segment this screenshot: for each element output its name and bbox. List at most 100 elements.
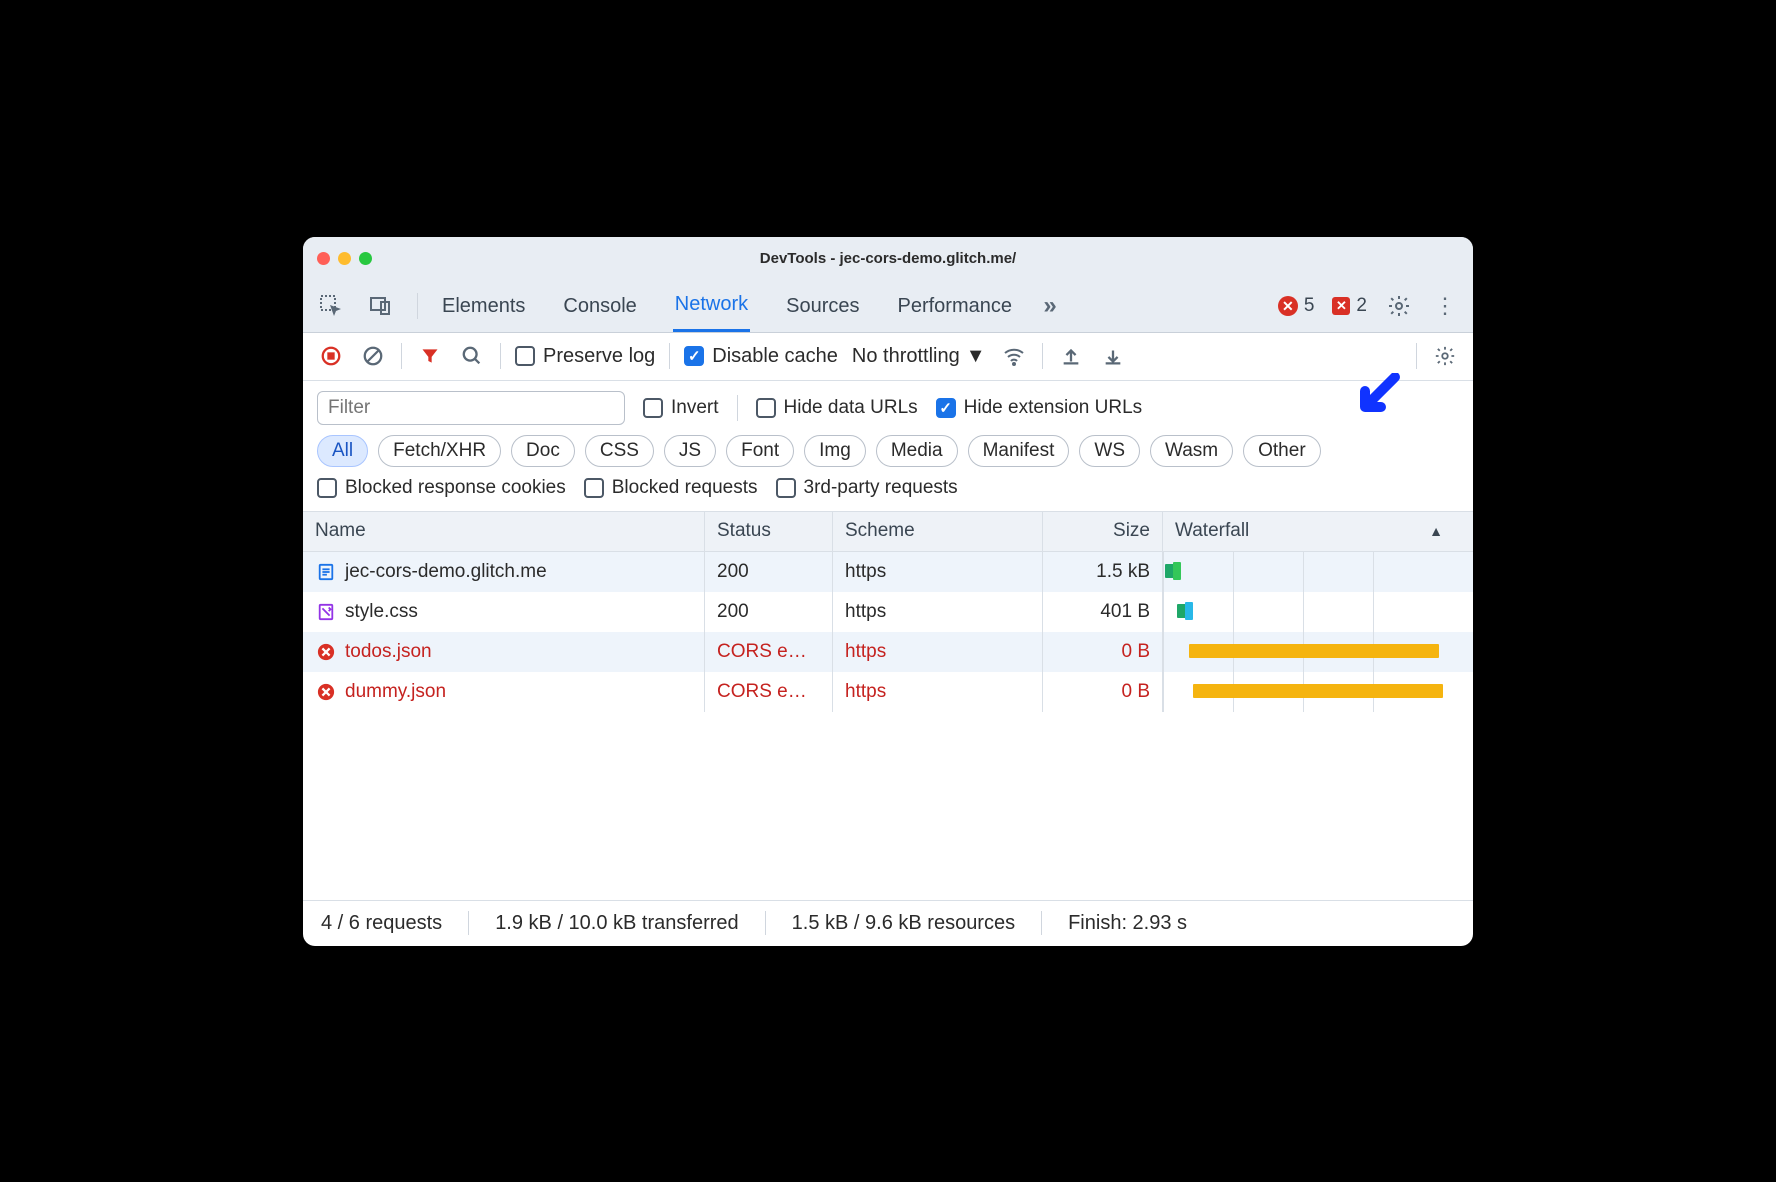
tab-sources[interactable]: Sources <box>784 281 861 332</box>
blocked-cookies-label: Blocked response cookies <box>345 477 566 499</box>
close-window-button[interactable] <box>317 252 330 265</box>
hide-data-label: Hide data URLs <box>784 397 918 419</box>
type-filter-ws[interactable]: WS <box>1079 435 1140 467</box>
cell-name: jec-cors-demo.glitch.me <box>345 561 547 583</box>
divider <box>737 395 738 421</box>
type-filter-media[interactable]: Media <box>876 435 958 467</box>
network-grid: Name Status Scheme Size Waterfall ▲ jec-… <box>303 512 1473 900</box>
cell-scheme: https <box>845 641 886 663</box>
blocked-requests-label: Blocked requests <box>612 477 758 499</box>
cell-size: 0 B <box>1121 641 1150 663</box>
chevron-down-icon: ▼ <box>966 345 986 368</box>
type-filter-font[interactable]: Font <box>726 435 794 467</box>
table-row[interactable]: todos.jsonCORS e…https0 B <box>303 632 1473 672</box>
cell-name: todos.json <box>345 641 432 663</box>
type-filter-other[interactable]: Other <box>1243 435 1321 467</box>
cell-name: style.css <box>345 601 418 623</box>
tab-network[interactable]: Network <box>673 281 750 332</box>
tab-elements[interactable]: Elements <box>440 281 527 332</box>
error-badge[interactable]: ✕ 5 <box>1278 295 1315 317</box>
network-toolbar: Preserve log Disable cache No throttling… <box>303 333 1473 381</box>
window-title: DevTools - jec-cors-demo.glitch.me/ <box>303 250 1473 267</box>
cell-waterfall <box>1163 552 1473 592</box>
blocked-cookies-checkbox[interactable]: Blocked response cookies <box>317 477 566 499</box>
cell-name: dummy.json <box>345 681 446 703</box>
cell-status: 200 <box>717 601 749 623</box>
settings-icon[interactable] <box>1385 292 1413 320</box>
table-row[interactable]: jec-cors-demo.glitch.me200https1.5 kB <box>303 552 1473 592</box>
type-filter-js[interactable]: JS <box>664 435 716 467</box>
warning-count: 2 <box>1356 295 1367 317</box>
preserve-log-label: Preserve log <box>543 345 655 368</box>
cell-waterfall <box>1163 592 1473 632</box>
tabbar-right: ✕ 5 ✕ 2 ⋮ <box>1278 292 1459 320</box>
inspect-element-icon[interactable] <box>317 292 345 320</box>
throttling-value: No throttling <box>852 345 960 368</box>
throttling-select[interactable]: No throttling ▼ <box>852 345 986 368</box>
third-party-checkbox[interactable]: 3rd-party requests <box>776 477 958 499</box>
zoom-window-button[interactable] <box>359 252 372 265</box>
tab-performance[interactable]: Performance <box>896 281 1015 332</box>
status-bar: 4 / 6 requests 1.9 kB / 10.0 kB transfer… <box>303 900 1473 946</box>
more-tabs-icon[interactable]: » <box>1036 292 1064 320</box>
cell-scheme: https <box>845 601 886 623</box>
status-transferred: 1.9 kB / 10.0 kB transferred <box>495 912 738 935</box>
disable-cache-checkbox[interactable]: Disable cache <box>684 345 838 368</box>
minimize-window-button[interactable] <box>338 252 351 265</box>
record-icon[interactable] <box>317 342 345 370</box>
invert-checkbox[interactable]: Invert <box>643 397 719 419</box>
err-file-icon <box>315 681 337 703</box>
cell-waterfall <box>1163 632 1473 672</box>
search-icon[interactable] <box>458 342 486 370</box>
device-toolbar-icon[interactable] <box>367 292 395 320</box>
cell-size: 1.5 kB <box>1096 561 1150 583</box>
filter-icon[interactable] <box>416 342 444 370</box>
sort-arrow-icon: ▲ <box>1429 523 1443 539</box>
invert-label: Invert <box>671 397 719 419</box>
col-status[interactable]: Status <box>705 512 833 551</box>
divider <box>1041 911 1042 935</box>
type-filter-doc[interactable]: Doc <box>511 435 575 467</box>
type-filter-all[interactable]: All <box>317 435 368 467</box>
table-row[interactable]: dummy.jsonCORS e…https0 B <box>303 672 1473 712</box>
doc-file-icon <box>315 561 337 583</box>
status-finish: Finish: 2.93 s <box>1068 912 1187 935</box>
network-conditions-icon[interactable] <box>1000 342 1028 370</box>
blocked-requests-checkbox[interactable]: Blocked requests <box>584 477 758 499</box>
col-size[interactable]: Size <box>1043 512 1163 551</box>
clear-icon[interactable] <box>359 342 387 370</box>
kebab-menu-icon[interactable]: ⋮ <box>1431 292 1459 320</box>
divider <box>401 343 402 369</box>
type-filter-wasm[interactable]: Wasm <box>1150 435 1233 467</box>
table-header: Name Status Scheme Size Waterfall ▲ <box>303 512 1473 552</box>
type-filter-img[interactable]: Img <box>804 435 866 467</box>
error-icon: ✕ <box>1278 296 1298 316</box>
upload-har-icon[interactable] <box>1057 342 1085 370</box>
type-filter-fetch-xhr[interactable]: Fetch/XHR <box>378 435 501 467</box>
col-name[interactable]: Name <box>303 512 705 551</box>
cell-scheme: https <box>845 561 886 583</box>
panel-settings-icon[interactable] <box>1431 342 1459 370</box>
hide-data-urls-checkbox[interactable]: Hide data URLs <box>756 397 918 419</box>
divider <box>417 293 418 319</box>
preserve-log-checkbox[interactable]: Preserve log <box>515 345 655 368</box>
table-body: jec-cors-demo.glitch.me 200 https 1.5 kB sty… <box>303 552 1473 900</box>
table-row[interactable]: style.css200https401 B <box>303 592 1473 632</box>
tab-console[interactable]: Console <box>561 281 638 332</box>
filter-input[interactable] <box>317 391 625 425</box>
col-waterfall[interactable]: Waterfall ▲ <box>1163 512 1473 551</box>
divider <box>468 911 469 935</box>
col-scheme[interactable]: Scheme <box>833 512 1043 551</box>
titlebar: DevTools - jec-cors-demo.glitch.me/ <box>303 237 1473 281</box>
type-filter-manifest[interactable]: Manifest <box>968 435 1070 467</box>
devtools-window: DevTools - jec-cors-demo.glitch.me/ Elem… <box>303 237 1473 946</box>
divider <box>500 343 501 369</box>
download-har-icon[interactable] <box>1099 342 1127 370</box>
hide-ext-label: Hide extension URLs <box>964 397 1142 419</box>
type-filter-css[interactable]: CSS <box>585 435 654 467</box>
status-resources: 1.5 kB / 9.6 kB resources <box>792 912 1015 935</box>
warning-badge[interactable]: ✕ 2 <box>1332 295 1367 317</box>
hide-extension-urls-checkbox[interactable]: Hide extension URLs <box>936 397 1142 419</box>
warning-icon: ✕ <box>1332 297 1350 315</box>
err-file-icon <box>315 641 337 663</box>
